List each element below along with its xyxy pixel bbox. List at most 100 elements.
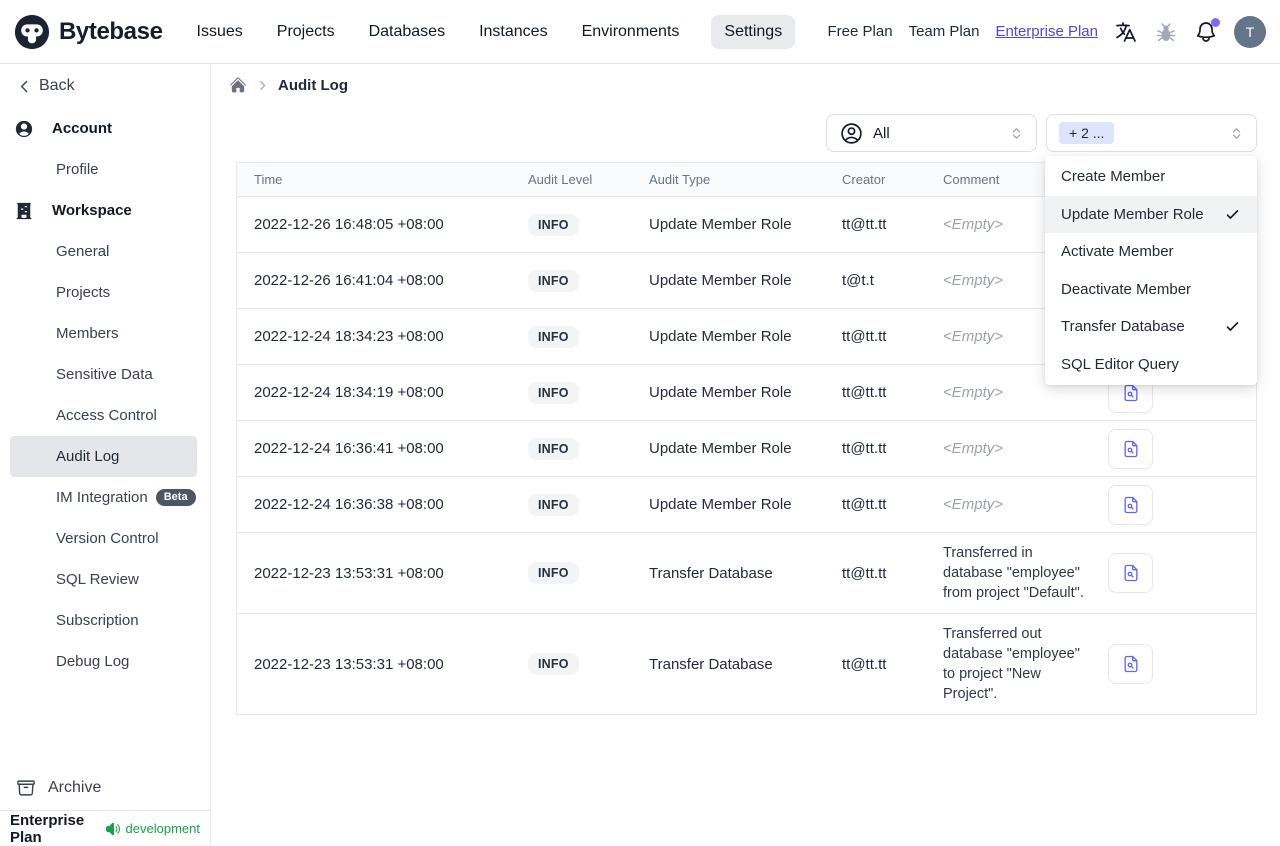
cell-comment: Transferred in database "employee" from … bbox=[943, 545, 1084, 601]
sidebar-item-label: SQL Review bbox=[56, 571, 139, 588]
sidebar-item-access-control[interactable]: Access Control bbox=[10, 395, 197, 436]
cell-time: 2022-12-24 18:34:19 +08:00 bbox=[254, 384, 444, 401]
cell-time: 2022-12-24 18:34:23 +08:00 bbox=[254, 328, 444, 345]
cell-actions bbox=[1091, 644, 1256, 684]
dropdown-item-create-member[interactable]: Create Member bbox=[1045, 158, 1257, 196]
file-search-icon bbox=[1121, 654, 1141, 674]
table-row: 2022-12-24 16:36:41 +08:00 INFO Update Mem… bbox=[237, 421, 1256, 477]
nav-right: Free Plan Team Plan Enterprise Plan T bbox=[828, 15, 1266, 48]
sidebar-item-subscription[interactable]: Subscription bbox=[10, 600, 197, 641]
bell-icon[interactable] bbox=[1194, 17, 1220, 44]
cell-audit-level: INFO bbox=[511, 325, 632, 348]
sidebar-item-general[interactable]: General bbox=[10, 231, 197, 272]
sidebar-section-account: Account bbox=[0, 108, 210, 149]
nav-item-environments[interactable]: Environments bbox=[580, 15, 682, 49]
bytebase-logo[interactable]: Bytebase bbox=[14, 14, 163, 50]
cell-actions bbox=[1091, 428, 1256, 469]
plan-link-team-plan[interactable]: Team Plan bbox=[909, 23, 980, 40]
dropdown-item-transfer-database[interactable]: Transfer Database bbox=[1045, 308, 1257, 346]
user-circle-icon bbox=[839, 121, 864, 146]
cell-creator: t@t.t bbox=[842, 272, 874, 289]
sidebar-item-debug-log[interactable]: Debug Log bbox=[10, 641, 197, 682]
cell-time: 2022-12-24 16:36:41 +08:00 bbox=[254, 440, 444, 457]
nav-item-instances[interactable]: Instances bbox=[477, 15, 549, 49]
cell-time: 2022-12-23 13:53:31 +08:00 bbox=[254, 564, 444, 582]
dropdown-item-update-member-role[interactable]: Update Member Role bbox=[1045, 195, 1257, 233]
cell-time: 2022-12-24 16:36:38 +08:00 bbox=[254, 496, 444, 513]
dropdown-item-deactivate-member[interactable]: Deactivate Member bbox=[1045, 271, 1257, 309]
sidebar-item-label: Sensitive Data bbox=[56, 366, 153, 383]
cell-time: 2022-12-26 16:41:04 +08:00 bbox=[254, 272, 444, 289]
sidebar-item-archive[interactable]: Archive bbox=[0, 766, 210, 810]
home-icon[interactable] bbox=[229, 76, 247, 94]
view-payload-button[interactable] bbox=[1108, 553, 1153, 593]
sidebar-item-projects[interactable]: Projects bbox=[10, 272, 197, 313]
nav-item-issues[interactable]: Issues bbox=[195, 15, 245, 49]
sidebar-item-audit-log[interactable]: Audit Log bbox=[10, 436, 197, 477]
cell-time: 2022-12-26 16:48:05 +08:00 bbox=[254, 216, 444, 233]
file-search-icon bbox=[1121, 383, 1141, 403]
sidebar-item-label: Access Control bbox=[56, 407, 157, 424]
cell-audit-type: Transfer Database bbox=[649, 564, 773, 582]
check-icon bbox=[1224, 206, 1241, 223]
sidebar-item-version-control[interactable]: Version Control bbox=[10, 518, 197, 559]
sidebar-item-sql-review[interactable]: SQL Review bbox=[10, 559, 197, 600]
cell-audit-level: INFO bbox=[511, 269, 632, 292]
level-badge: INFO bbox=[528, 562, 579, 584]
table-row: 2022-12-23 13:53:31 +08:00 INFO Transfer D… bbox=[237, 533, 1256, 614]
nav-item-settings[interactable]: Settings bbox=[711, 14, 796, 49]
audit-type-filter-select[interactable]: + 2 ... bbox=[1046, 114, 1257, 152]
sidebar-section-label: Workspace bbox=[52, 202, 132, 219]
translate-icon[interactable] bbox=[1114, 20, 1138, 44]
sidebar-item-label: Members bbox=[56, 325, 119, 342]
cell-creator: tt@tt.tt bbox=[842, 440, 887, 457]
dropdown-item-activate-member[interactable]: Activate Member bbox=[1045, 233, 1257, 271]
sidebar-section-workspace: Workspace bbox=[0, 190, 210, 231]
filter-bar: All + 2 ... bbox=[826, 114, 1257, 152]
sidebar-item-label: Profile bbox=[56, 161, 99, 178]
cell-creator: tt@tt.tt bbox=[842, 564, 887, 582]
sidebar-footer: Enterprise Plan development bbox=[0, 810, 210, 846]
dropdown-item-label: Deactivate Member bbox=[1061, 280, 1192, 298]
level-badge: INFO bbox=[528, 493, 579, 516]
view-payload-button[interactable] bbox=[1108, 428, 1153, 469]
plan-label: Enterprise Plan bbox=[10, 811, 85, 846]
sidebar-item-members[interactable]: Members bbox=[10, 313, 197, 354]
sidebar-item-sensitive-data[interactable]: Sensitive Data bbox=[10, 354, 197, 395]
cell-creator: tt@tt.tt bbox=[842, 655, 887, 673]
avatar[interactable]: T bbox=[1234, 15, 1266, 48]
level-badge: INFO bbox=[528, 653, 579, 675]
nav-item-projects[interactable]: Projects bbox=[275, 15, 337, 49]
creator-filter-value: All bbox=[873, 124, 890, 142]
table-row: 2022-12-23 13:53:31 +08:00 INFO Transfer D… bbox=[237, 614, 1256, 714]
cell-actions bbox=[1091, 484, 1256, 525]
dropdown-item-sql-editor-query[interactable]: SQL Editor Query bbox=[1045, 346, 1257, 384]
nav-item-databases[interactable]: Databases bbox=[367, 15, 448, 49]
creator-filter-select[interactable]: All bbox=[826, 114, 1037, 152]
cell-creator: tt@tt.tt bbox=[842, 496, 887, 513]
bytebase-logo-icon bbox=[14, 14, 50, 50]
back-button[interactable]: Back bbox=[0, 64, 210, 108]
cell-audit-level: INFO bbox=[511, 653, 632, 675]
plan-link-enterprise-plan[interactable]: Enterprise Plan bbox=[995, 23, 1098, 40]
archive-label: Archive bbox=[48, 779, 102, 796]
cell-creator: tt@tt.tt bbox=[842, 384, 887, 401]
bug-icon[interactable] bbox=[1154, 20, 1178, 44]
sidebar-item-profile[interactable]: Profile bbox=[10, 149, 197, 190]
cell-audit-type: Update Member Role bbox=[649, 272, 792, 289]
file-search-icon bbox=[1121, 439, 1141, 459]
view-payload-button[interactable] bbox=[1108, 644, 1153, 684]
view-payload-button[interactable] bbox=[1108, 484, 1153, 525]
chevron-left-icon bbox=[16, 78, 33, 95]
dropdown-item-label: Transfer Database bbox=[1061, 318, 1185, 336]
dropdown-item-label: Activate Member bbox=[1061, 243, 1174, 261]
sidebar-item-label: Subscription bbox=[56, 612, 139, 629]
column-header-audit-level: Audit Level bbox=[528, 172, 593, 187]
sidebar-item-im-integration[interactable]: IM Integration Beta bbox=[10, 477, 197, 518]
environment-label: development bbox=[125, 821, 200, 836]
plan-link-free-plan[interactable]: Free Plan bbox=[828, 23, 893, 40]
sidebar-item-label: Audit Log bbox=[56, 448, 120, 465]
table-row: 2022-12-24 16:36:38 +08:00 INFO Update Mem… bbox=[237, 477, 1256, 533]
cell-audit-type: Update Member Role bbox=[649, 216, 792, 233]
cell-comment: <Empty> bbox=[943, 439, 1004, 457]
